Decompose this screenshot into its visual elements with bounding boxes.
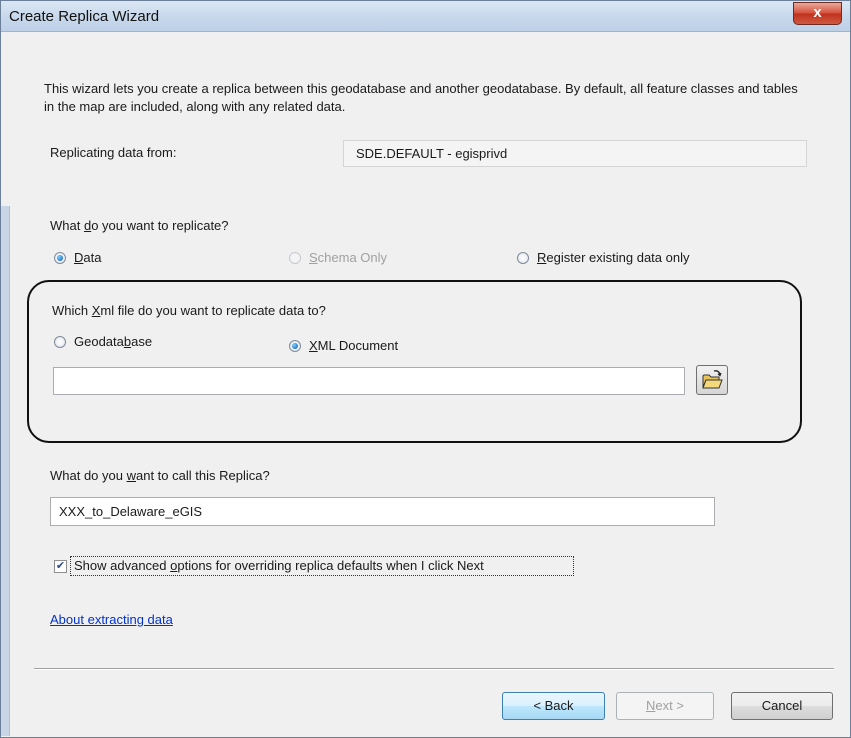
- browse-button[interactable]: [696, 365, 728, 395]
- checkmark-icon: ✔: [55, 560, 66, 572]
- title-bar[interactable]: Create Replica Wizard x: [1, 1, 850, 32]
- target-question: Which Xml file do you want to replicate …: [52, 303, 326, 318]
- back-button[interactable]: < Back: [502, 692, 605, 720]
- replica-name-input[interactable]: XXX_to_Delaware_eGIS: [50, 497, 715, 526]
- replicate-question: What do you want to replicate?: [50, 218, 229, 233]
- open-folder-icon: [702, 370, 723, 389]
- footer-separator: [34, 668, 834, 670]
- replicating-from-field: SDE.DEFAULT - egisprivd: [343, 140, 807, 167]
- radio-register-existing[interactable]: [517, 252, 529, 264]
- radio-schema-only-label: Schema Only: [309, 250, 388, 265]
- close-button[interactable]: x: [793, 2, 842, 25]
- radio-data-label[interactable]: Data: [74, 250, 101, 265]
- replicating-from-label: Replicating data from:: [50, 145, 177, 160]
- radio-geodatabase-label[interactable]: Geodatabase: [74, 334, 152, 349]
- next-button: Next >: [616, 692, 714, 720]
- cancel-button[interactable]: Cancel: [731, 692, 833, 720]
- window-title: Create Replica Wizard: [9, 8, 160, 25]
- radio-xml-document-label[interactable]: XML Document: [309, 338, 398, 353]
- radio-geodatabase[interactable]: [54, 336, 66, 348]
- close-icon: x: [813, 4, 822, 21]
- left-stripe: [1, 206, 10, 736]
- xml-path-input[interactable]: [53, 367, 685, 395]
- radio-register-existing-label[interactable]: Register existing data only: [537, 250, 689, 265]
- advanced-options-label[interactable]: Show advanced options for overriding rep…: [74, 558, 484, 573]
- about-extracting-data-link[interactable]: About extracting data: [50, 612, 173, 627]
- replica-name-value: XXX_to_Delaware_eGIS: [59, 504, 203, 519]
- radio-data[interactable]: [54, 252, 66, 264]
- advanced-options-checkbox[interactable]: ✔: [54, 560, 67, 573]
- radio-xml-document[interactable]: [289, 340, 301, 352]
- replica-name-label: What do you want to call this Replica?: [50, 468, 270, 483]
- intro-text: This wizard lets you create a replica be…: [44, 81, 798, 114]
- replicating-from-value: SDE.DEFAULT - egisprivd: [356, 146, 508, 161]
- radio-schema-only: [289, 252, 301, 264]
